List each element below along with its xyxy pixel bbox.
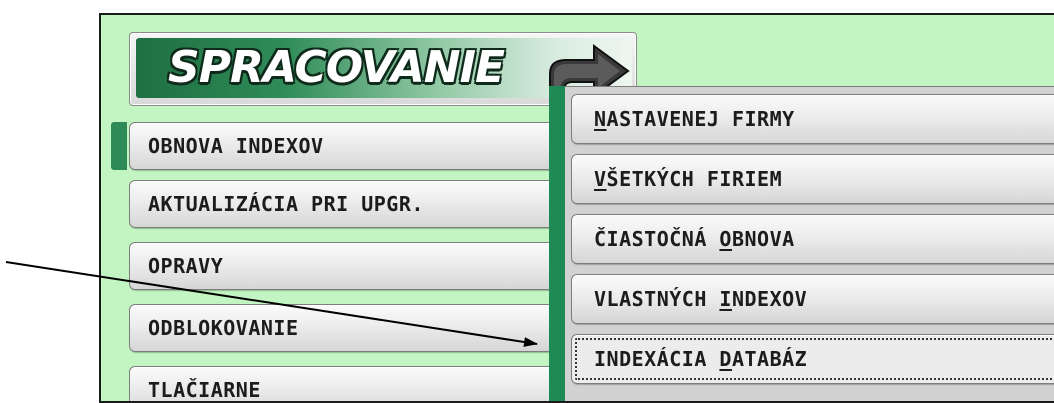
label-suffix: BNOVA	[731, 227, 795, 251]
label-suffix: ASTAVENEJ FIRMY	[606, 107, 795, 131]
submenu-item-vsetkych-firiem[interactable]: V ŠETKÝCH FIRIEM	[571, 154, 1054, 204]
menu-item-tlaciarne[interactable]: TLAČIARNE	[129, 366, 589, 402]
label-suffix: ŠETKÝCH FIRIEM	[606, 167, 783, 191]
label-suffix: ATABÁZ	[731, 347, 808, 371]
header-title: SPRACOVANIE	[168, 42, 505, 93]
menu-item-obnova-indexov[interactable]: OBNOVA INDEXOV	[129, 122, 589, 170]
hotkey-letter: N	[594, 107, 607, 131]
submenu-item-nastavenej-firmy[interactable]: N ASTAVENEJ FIRMY	[571, 94, 1054, 144]
hotkey-letter: D	[719, 347, 732, 371]
menu-item-aktualizacia-pri-upgr[interactable]: AKTUALIZÁCIA PRI UPGR.	[129, 180, 589, 228]
label-prefix: VLASTNÝCH	[594, 287, 720, 311]
label-suffix: NDEXOV	[731, 287, 808, 311]
menu-item-label: OPRAVY	[148, 254, 224, 278]
label-prefix: INDEXÁCIA	[594, 347, 720, 371]
submenu-item-ciastocna-obnova[interactable]: ČIASTOČNÁ O BNOVA	[571, 214, 1054, 264]
submenu-item-vlastnych-indexov[interactable]: VLASTNÝCH I NDEXOV	[571, 274, 1054, 324]
hotkey-letter: I	[719, 287, 732, 311]
hotkey-letter: V	[594, 167, 607, 191]
menu-item-label: OBNOVA INDEXOV	[148, 134, 324, 158]
hotkey-letter: O	[719, 227, 732, 251]
submenu-item-indexacia-databaz[interactable]: INDEXÁCIA D ATABÁZ	[571, 334, 1054, 384]
processing-window: SPRACOVANIE OBNOVA INDEXOV AKTUALIZÁCIA …	[99, 13, 1054, 403]
label-prefix: ČIASTOČNÁ	[594, 227, 720, 251]
menu-item-opravy[interactable]: OPRAVY	[129, 242, 589, 290]
menu-item-odblokovanie[interactable]: ODBLOKOVANIE	[129, 304, 589, 352]
selected-item-marker	[111, 122, 127, 170]
menu-item-label: AKTUALIZÁCIA PRI UPGR.	[148, 192, 424, 216]
menu-item-label: TLAČIARNE	[148, 378, 261, 402]
submenu-accent-stripe	[549, 86, 565, 401]
menu-item-label: ODBLOKOVANIE	[148, 316, 299, 340]
